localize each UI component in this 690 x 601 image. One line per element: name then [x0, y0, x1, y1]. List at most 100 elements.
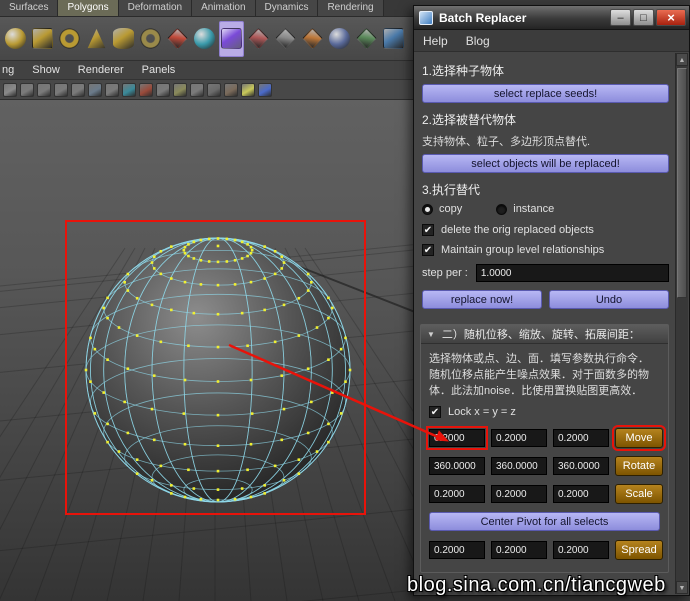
checkbox-checked-icon[interactable]: ✔ [422, 224, 434, 236]
watermark-text: blog.sina.com.cn/tiancgweb [407, 574, 666, 596]
spread-x-input[interactable] [429, 541, 485, 559]
smooth-mesh-icon[interactable] [192, 21, 217, 57]
random-section-header[interactable]: ▼ 二）随机位移、缩放、旋转、拓展间距： [421, 325, 668, 344]
panel-menu-renderer[interactable]: Renderer [78, 64, 124, 76]
replace-now-button[interactable]: replace now! [422, 290, 542, 309]
construction-icon[interactable] [105, 82, 119, 97]
rotate-row: Rotate [429, 456, 663, 476]
scale-z-input[interactable] [553, 485, 609, 503]
cut-faces-icon[interactable] [273, 21, 298, 57]
spread-y-input[interactable] [491, 541, 547, 559]
maintain-group-label: Maintain group level relationships [441, 244, 605, 256]
shelf-tab-animation[interactable]: Animation [192, 0, 256, 16]
shelf-tab-polygons[interactable]: Polygons [58, 0, 119, 16]
window-title: Batch Replacer [439, 10, 527, 25]
shelf-tab-dynamics[interactable]: Dynamics [255, 0, 319, 16]
collapse-arrow-icon[interactable]: ▼ [427, 330, 435, 339]
radio-copy[interactable]: copy [422, 203, 462, 215]
shelf-tab-surfaces[interactable]: Surfaces [0, 0, 59, 16]
poly-torus-icon[interactable] [57, 21, 82, 57]
panel-menu-ng[interactable]: ng [2, 64, 14, 76]
move-button[interactable]: Move [612, 425, 666, 451]
center-pivot-button[interactable]: Center Pivot for all selects [429, 512, 660, 531]
poly-cone-icon[interactable] [84, 21, 109, 57]
light-mode-icon[interactable] [241, 82, 255, 97]
close-button[interactable]: × [656, 9, 686, 26]
history-icon[interactable] [88, 82, 102, 97]
panel-menu-panels[interactable]: Panels [142, 64, 176, 76]
rotate-x-input[interactable] [429, 457, 485, 475]
scrollbar-thumb[interactable] [677, 68, 687, 298]
scale-button[interactable]: Scale [615, 484, 663, 504]
select-seeds-button[interactable]: select replace seeds! [422, 84, 669, 103]
shaded-mode-icon[interactable] [207, 82, 221, 97]
menu-help[interactable]: Help [423, 34, 448, 48]
spread-button[interactable]: Spread [615, 540, 663, 560]
step3-heading: 3.执行替代 [422, 183, 481, 197]
scale-row: Scale [429, 484, 663, 504]
step-per-input[interactable] [475, 264, 669, 282]
snap-grid-icon[interactable] [20, 82, 34, 97]
move-y-input[interactable] [491, 429, 547, 447]
wireframe-mode-icon[interactable] [190, 82, 204, 97]
move-x-input[interactable] [426, 426, 488, 450]
random-description-line2: 随机位移点能产生噪点效果．对于面数多的物 [429, 369, 649, 381]
dialog-content: 1.选择种子物体 select replace seeds! 2.选择被替代物体… [414, 52, 675, 595]
select-by-object-icon[interactable] [3, 82, 17, 97]
minimize-button[interactable]: – [610, 9, 631, 26]
rotate-y-input[interactable] [491, 457, 547, 475]
spread-z-input[interactable] [553, 541, 609, 559]
radio-copy-label: copy [439, 203, 463, 215]
poly-cube-highlight-icon[interactable] [219, 20, 244, 57]
select-replaced-button[interactable]: select objects will be replaced! [422, 154, 669, 173]
shelf-tab-deformation[interactable]: Deformation [118, 0, 193, 16]
scale-x-input[interactable] [429, 485, 485, 503]
delete-orig-checkbox-row[interactable]: ✔ delete the orig replaced objects [422, 224, 669, 236]
move-z-input[interactable] [553, 429, 609, 447]
scroll-down-icon[interactable]: ▼ [676, 581, 688, 594]
shelf-toolbar [0, 17, 420, 61]
poly-cylinder-icon[interactable] [111, 21, 136, 57]
poly-helix-icon[interactable] [138, 21, 163, 57]
shelf-tab-rendering[interactable]: Rendering [318, 0, 384, 16]
texture-view-icon[interactable] [173, 82, 187, 97]
rotate-z-input[interactable] [553, 457, 609, 475]
undo-button[interactable]: Undo [549, 290, 669, 309]
checkbox-checked-icon[interactable]: ✔ [429, 406, 441, 418]
dialog-titlebar[interactable]: Batch Replacer – □ × [414, 6, 689, 30]
checkbox-checked-icon[interactable]: ✔ [422, 244, 434, 256]
textured-mode-icon[interactable] [224, 82, 238, 97]
merge-vertex-icon[interactable] [327, 21, 352, 57]
lock-xyz-checkbox-row[interactable]: ✔ Lock x = y = z [429, 406, 660, 418]
maintain-group-checkbox-row[interactable]: ✔ Maintain group level relationships [422, 244, 669, 256]
combine-tool-icon[interactable] [165, 21, 190, 57]
mirror-geometry-icon[interactable] [381, 21, 406, 57]
extrude-face-icon[interactable] [300, 21, 325, 57]
scale-y-input[interactable] [491, 485, 547, 503]
render-settings-icon[interactable] [156, 82, 170, 97]
poly-sphere-icon[interactable] [3, 21, 28, 57]
snap-point-icon[interactable] [54, 82, 68, 97]
random-description: 选择物体或点、边、面．填写参数执行命令． 随机位移点能产生噪点效果．对于面数多的… [429, 351, 660, 399]
maximize-button[interactable]: □ [633, 9, 654, 26]
bridge-edge-icon[interactable] [354, 21, 379, 57]
snap-curve-icon[interactable] [37, 82, 51, 97]
maya-window: Surfaces Polygons Deformation Animation Dyna… [0, 0, 420, 601]
radio-instance[interactable]: instance [496, 203, 554, 215]
dialog-scrollbar[interactable]: ▲ ▼ [675, 53, 688, 594]
render-view-icon[interactable] [122, 82, 136, 97]
random-description-line3: 体．此法加noise．比使用置换贴图更高效． [429, 385, 643, 397]
step-per-row: step per : [422, 264, 669, 282]
poly-cube-icon[interactable] [30, 21, 55, 57]
scroll-up-icon[interactable]: ▲ [676, 53, 688, 66]
viewport[interactable] [0, 100, 420, 601]
snap-plane-icon[interactable] [71, 82, 85, 97]
split-polygon-icon[interactable] [246, 21, 271, 57]
execute-button-row: replace now! Undo [422, 290, 669, 309]
menu-blog[interactable]: Blog [466, 34, 490, 48]
ipr-render-icon[interactable] [139, 82, 153, 97]
camera-icon[interactable] [258, 82, 272, 97]
panel-menu-show[interactable]: Show [32, 64, 60, 76]
rotate-button[interactable]: Rotate [615, 456, 663, 476]
radio-instance-dot-icon [496, 203, 508, 215]
